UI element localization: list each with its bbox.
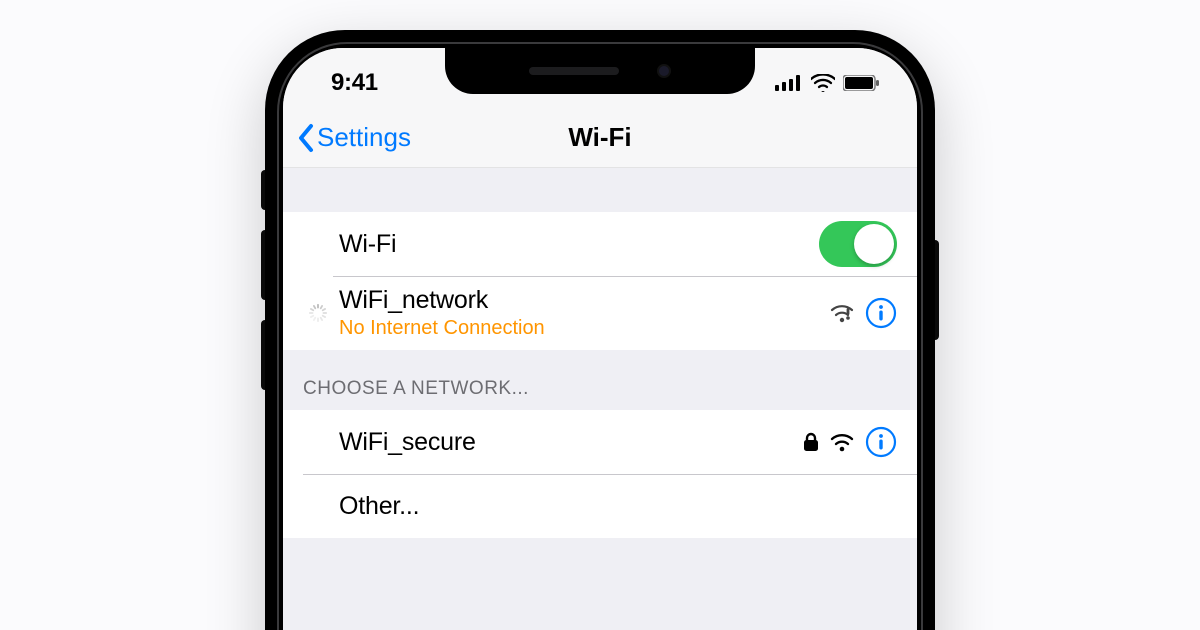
speaker-grille xyxy=(529,67,619,75)
wifi-toggle-row[interactable]: Wi-Fi xyxy=(283,212,917,276)
wifi-warning-icon xyxy=(829,302,855,324)
info-icon[interactable] xyxy=(865,297,897,329)
volume-up-button xyxy=(261,230,265,300)
wifi-icon xyxy=(811,74,835,92)
status-icons xyxy=(775,74,879,92)
wifi-switch[interactable] xyxy=(819,221,897,267)
back-button[interactable]: Settings xyxy=(297,108,411,167)
cellular-icon xyxy=(775,75,803,91)
info-icon[interactable] xyxy=(865,426,897,458)
battery-icon xyxy=(843,75,879,91)
mute-switch xyxy=(261,170,265,210)
device-frame: 9:41 xyxy=(265,30,935,630)
power-button xyxy=(935,240,939,340)
connected-status: No Internet Connection xyxy=(339,317,545,340)
spinner-icon xyxy=(308,303,328,323)
volume-down-button xyxy=(261,320,265,390)
status-time: 9:41 xyxy=(331,69,378,97)
wifi-toggle-label: Wi-Fi xyxy=(339,230,396,259)
back-label: Settings xyxy=(317,122,411,153)
chevron-left-icon xyxy=(297,123,315,153)
connected-network-row[interactable]: WiFi_network No Internet Connection xyxy=(283,276,917,350)
networks-header: CHOOSE A NETWORK... xyxy=(283,350,917,410)
wifi-signal-icon xyxy=(829,432,855,452)
notch xyxy=(445,48,755,94)
front-camera xyxy=(657,64,671,78)
lock-icon xyxy=(803,432,819,452)
screen: 9:41 xyxy=(283,48,917,630)
page-title: Wi-Fi xyxy=(568,122,631,153)
connected-ssid: WiFi_network xyxy=(339,286,545,315)
nav-bar: Settings Wi-Fi xyxy=(283,108,917,168)
network-row[interactable]: WiFi_secure xyxy=(283,410,917,474)
other-network-row[interactable]: Other... xyxy=(283,474,917,538)
switch-knob xyxy=(854,224,894,264)
section-gap xyxy=(283,168,917,212)
network-ssid: WiFi_secure xyxy=(339,428,476,457)
other-label: Other... xyxy=(339,492,419,521)
